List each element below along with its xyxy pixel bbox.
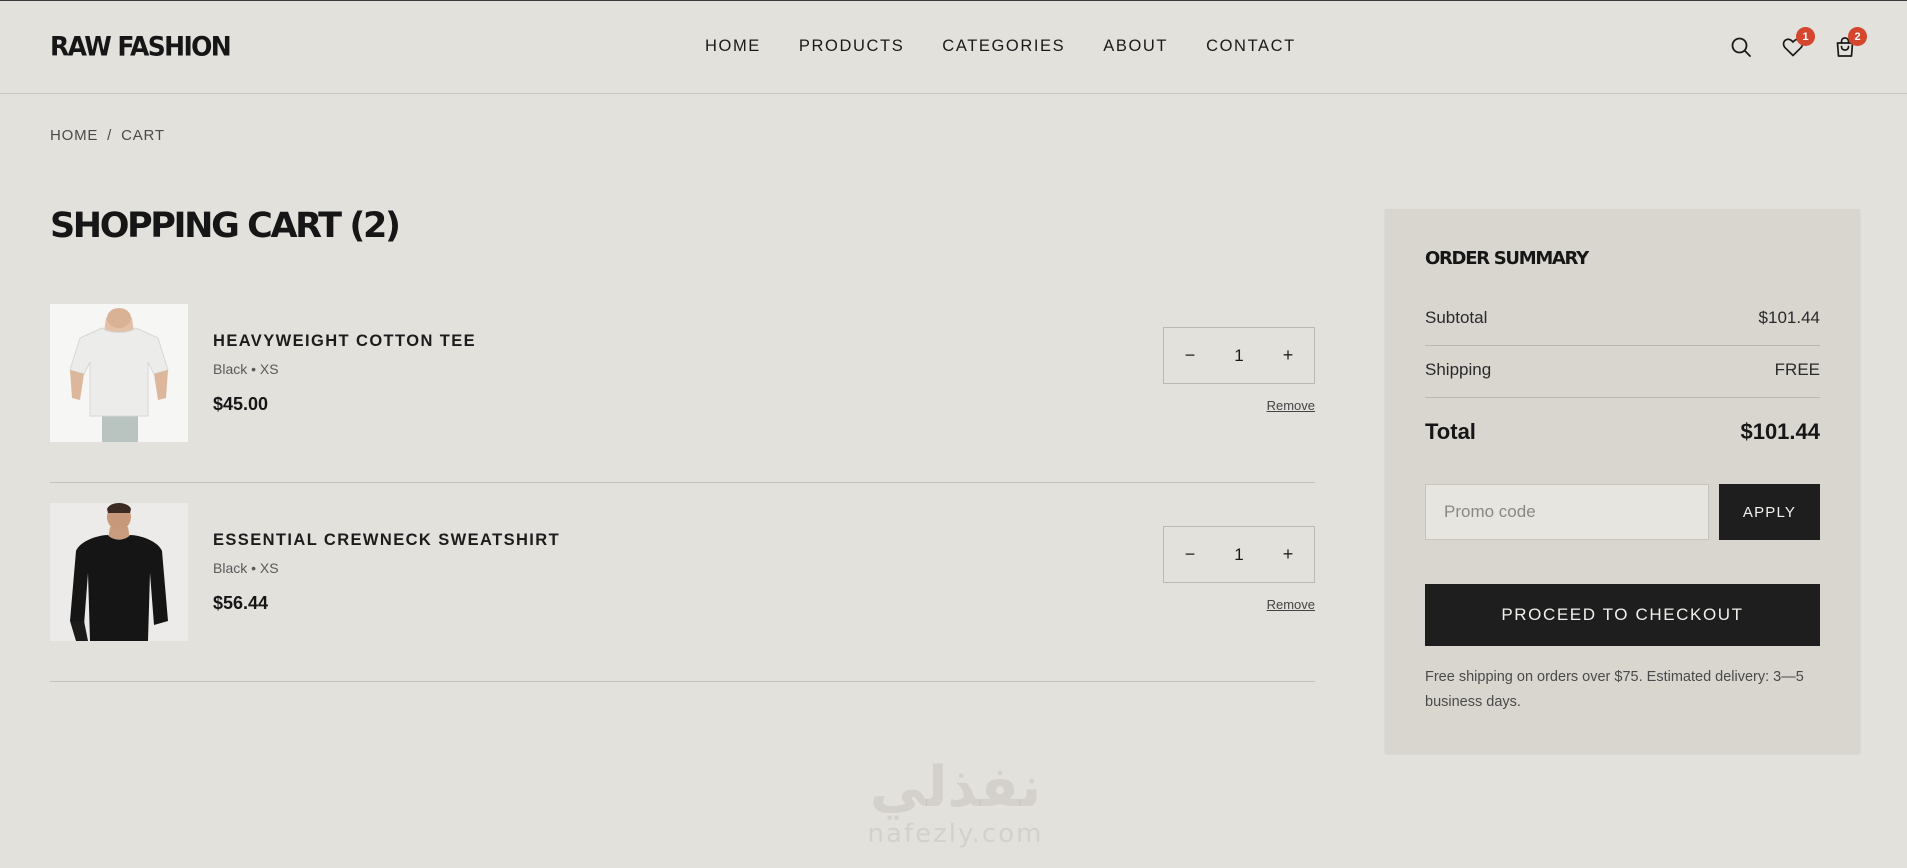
- site-header: RAW FASHION HOME PRODUCTS CATEGORIES ABO…: [0, 1, 1907, 94]
- product-price: $56.44: [213, 593, 269, 613]
- remove-item-link[interactable]: Remove: [1267, 398, 1315, 413]
- cart-count-badge: 2: [1848, 27, 1867, 46]
- site-logo[interactable]: RAW FASHION: [50, 31, 232, 61]
- decrease-quantity-button[interactable]: −: [1174, 539, 1206, 571]
- watermark-arabic: نفذلي: [869, 755, 1042, 820]
- wishlist-button[interactable]: 1: [1767, 27, 1819, 67]
- subtotal-value: $101.44: [1758, 308, 1820, 327]
- product-image[interactable]: [50, 304, 188, 442]
- product-image[interactable]: [50, 503, 188, 641]
- white-tshirt-illustration: [50, 304, 188, 442]
- cart-button[interactable]: 2: [1819, 27, 1871, 67]
- subtotal-row: Subtotal $101.44: [1425, 308, 1820, 328]
- cart-items-list: HEAVYWEIGHT COTTON TEE Black • XS $45.00…: [50, 284, 1315, 682]
- shipping-note: Free shipping on orders over $75. Estima…: [1425, 669, 1804, 710]
- remove-item-link[interactable]: Remove: [1267, 597, 1315, 612]
- apply-promo-button[interactable]: APPLY: [1719, 484, 1820, 540]
- nav-about[interactable]: ABOUT: [1103, 37, 1168, 56]
- decrease-quantity-button[interactable]: −: [1174, 340, 1206, 372]
- main-nav: HOME PRODUCTS CATEGORIES ABOUT CONTACT: [705, 37, 1334, 56]
- nav-home[interactable]: HOME: [705, 37, 761, 56]
- quantity-stepper: − 1 +: [1163, 327, 1315, 384]
- order-summary-panel: ORDER SUMMARY Subtotal $101.44 Shipping …: [1385, 209, 1860, 753]
- wishlist-count-badge: 1: [1796, 27, 1815, 46]
- breadcrumb-current: CART: [121, 127, 165, 144]
- summary-divider: [1425, 345, 1820, 346]
- proceed-to-checkout-button[interactable]: PROCEED TO CHECKOUT: [1425, 584, 1820, 646]
- order-summary-title: ORDER SUMMARY: [1425, 248, 1589, 269]
- product-variant: Black • XS: [213, 560, 279, 576]
- cart-item: HEAVYWEIGHT COTTON TEE Black • XS $45.00…: [50, 284, 1315, 483]
- total-label: Total: [1425, 419, 1476, 444]
- product-price: $45.00: [213, 394, 269, 414]
- quantity-value: 1: [1234, 544, 1244, 564]
- shipping-value: FREE: [1774, 360, 1820, 379]
- nav-contact[interactable]: CONTACT: [1206, 37, 1296, 56]
- shipping-row: Shipping FREE: [1425, 360, 1820, 380]
- search-button[interactable]: [1715, 27, 1767, 67]
- breadcrumb: HOME / CART: [50, 127, 165, 144]
- search-icon: [1731, 37, 1751, 57]
- promo-code-input[interactable]: [1425, 484, 1709, 540]
- quantity-value: 1: [1234, 345, 1244, 365]
- subtotal-label: Subtotal: [1425, 308, 1488, 327]
- quantity-stepper: − 1 +: [1163, 526, 1315, 583]
- breadcrumb-separator: /: [107, 127, 113, 144]
- shipping-label: Shipping: [1425, 360, 1492, 379]
- summary-divider: [1425, 397, 1820, 398]
- breadcrumb-home[interactable]: HOME: [50, 127, 98, 144]
- header-icons: 1 2: [1715, 27, 1871, 67]
- watermark: نفذلي nafezly.com: [848, 755, 1063, 850]
- increase-quantity-button[interactable]: +: [1272, 340, 1304, 372]
- cart-item: ESSENTIAL CREWNECK SWEATSHIRT Black • XS…: [50, 483, 1315, 682]
- total-value: $101.44: [1740, 419, 1820, 444]
- product-name[interactable]: ESSENTIAL CREWNECK SWEATSHIRT: [213, 531, 560, 550]
- page-title: SHOPPING CART (2): [50, 206, 401, 246]
- nav-products[interactable]: PRODUCTS: [799, 37, 904, 56]
- nav-categories[interactable]: CATEGORIES: [942, 37, 1065, 56]
- total-row: Total $101.44: [1425, 419, 1820, 445]
- watermark-latin: nafezly.com: [867, 819, 1044, 849]
- product-name[interactable]: HEAVYWEIGHT COTTON TEE: [213, 332, 476, 351]
- product-variant: Black • XS: [213, 361, 279, 377]
- increase-quantity-button[interactable]: +: [1272, 539, 1304, 571]
- black-sweatshirt-illustration: [50, 503, 188, 641]
